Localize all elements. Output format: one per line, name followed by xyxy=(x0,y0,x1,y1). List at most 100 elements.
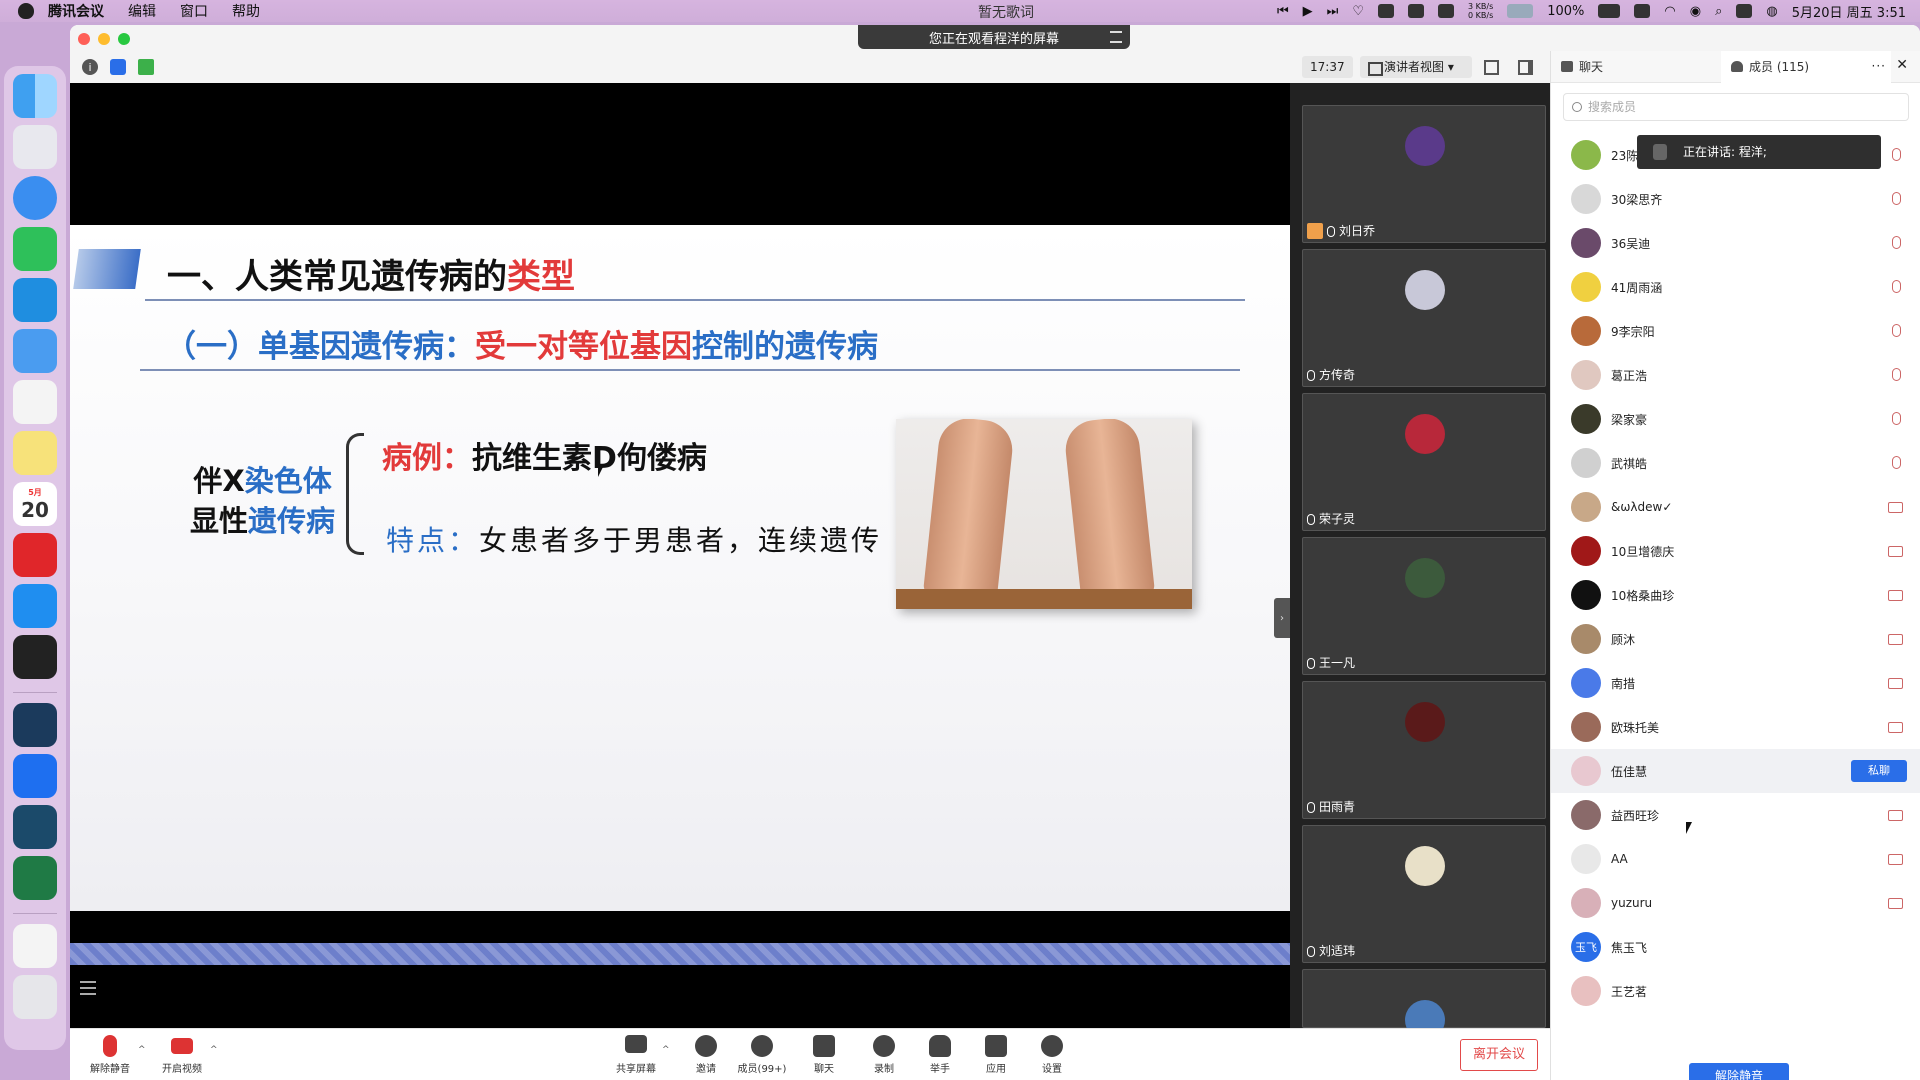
member-row[interactable]: 10旦增德庆 xyxy=(1551,529,1920,573)
video-off-icon[interactable] xyxy=(1888,810,1903,821)
wechat-status-icon[interactable] xyxy=(1408,4,1424,18)
member-row[interactable]: 葛正浩 xyxy=(1551,353,1920,397)
tab-chat[interactable]: 聊天 xyxy=(1551,51,1721,83)
leave-meeting-button[interactable]: 离开会议 xyxy=(1460,1039,1538,1071)
banner-menu-icon[interactable] xyxy=(1110,31,1122,43)
unmute-all-button[interactable]: 解除静音 xyxy=(1689,1063,1789,1080)
video-tile[interactable]: 田雨青 xyxy=(1302,681,1546,819)
prev-track-icon[interactable]: ⏮ xyxy=(1277,4,1289,19)
muted-mic-icon[interactable] xyxy=(1892,456,1901,469)
video-off-icon[interactable] xyxy=(1888,854,1903,865)
menu-window[interactable]: 窗口 xyxy=(180,1,208,21)
video-tile[interactable]: 方传奇 xyxy=(1302,249,1546,387)
spotlight-search-icon[interactable]: ⌕ xyxy=(1715,4,1722,19)
fullscreen-icon[interactable] xyxy=(1484,60,1499,75)
excel-icon[interactable] xyxy=(13,856,57,900)
video-tile[interactable]: 刘日乔 xyxy=(1302,105,1546,243)
view-mode-dropdown[interactable]: 演讲者视图 ▾ xyxy=(1360,56,1472,78)
tencent-meeting-icon[interactable] xyxy=(13,754,57,798)
battery-icon[interactable] xyxy=(1598,4,1621,18)
input-method-icon[interactable] xyxy=(1634,4,1651,18)
member-row[interactable]: 王艺茗 xyxy=(1551,969,1920,1013)
steam-icon[interactable] xyxy=(13,703,57,747)
video-off-icon[interactable] xyxy=(1888,678,1903,689)
video-options-caret[interactable]: ^ xyxy=(210,1045,218,1055)
member-row[interactable]: 41周雨涵 xyxy=(1551,265,1920,309)
apps-button[interactable]: 应用 xyxy=(966,1035,1026,1075)
video-off-icon[interactable] xyxy=(1888,502,1903,513)
document-icon[interactable] xyxy=(13,924,57,968)
member-row[interactable]: &ωλdew✓ xyxy=(1551,485,1920,529)
muted-mic-icon[interactable] xyxy=(1892,236,1901,249)
member-row[interactable]: AA xyxy=(1551,837,1920,881)
member-row[interactable]: 36吴迪 xyxy=(1551,221,1920,265)
finder-icon[interactable] xyxy=(13,74,57,118)
reminders-icon[interactable] xyxy=(13,380,57,424)
security-shield-icon[interactable] xyxy=(110,59,126,75)
member-row[interactable]: 梁家豪 xyxy=(1551,397,1920,441)
video-off-icon[interactable] xyxy=(1888,634,1903,645)
audio-options-caret[interactable]: ^ xyxy=(138,1045,146,1055)
member-row[interactable]: 伍佳慧 私聊 xyxy=(1551,749,1920,793)
video-off-icon[interactable] xyxy=(1888,546,1903,557)
muted-mic-icon[interactable] xyxy=(1892,280,1901,293)
muted-mic-icon[interactable] xyxy=(1892,148,1901,161)
app-store-icon[interactable] xyxy=(13,584,57,628)
member-search-input[interactable]: 搜索成员 xyxy=(1563,93,1909,121)
muted-mic-icon[interactable] xyxy=(1892,368,1901,381)
wechat-icon[interactable] xyxy=(13,227,57,271)
muted-mic-icon[interactable] xyxy=(1892,412,1901,425)
minimize-window-button[interactable] xyxy=(98,33,110,45)
video-tile[interactable]: 刘适玮 xyxy=(1302,825,1546,963)
calendar-icon[interactable]: 5月 20 xyxy=(13,482,57,526)
settings-button[interactable]: 设置 xyxy=(1022,1035,1082,1075)
menubar-clock[interactable]: 5月20日 周五 3:51 xyxy=(1792,2,1906,21)
record-button[interactable]: 录制 xyxy=(854,1035,914,1075)
launchpad-icon[interactable] xyxy=(13,125,57,169)
menu-edit[interactable]: 编辑 xyxy=(128,1,156,21)
next-track-icon[interactable]: ⏭ xyxy=(1327,4,1339,19)
wifi-icon[interactable]: ◠ xyxy=(1664,4,1675,19)
video-off-icon[interactable] xyxy=(1888,898,1903,909)
member-row[interactable]: 欧珠托美 xyxy=(1551,705,1920,749)
member-row[interactable]: 9李宗阳 xyxy=(1551,309,1920,353)
member-row[interactable]: 30梁思齐 xyxy=(1551,177,1920,221)
video-off-icon[interactable] xyxy=(1888,590,1903,601)
apple-icon[interactable] xyxy=(18,3,34,19)
screen-record-icon[interactable]: ◉ xyxy=(1690,4,1701,19)
network-signal-icon[interactable] xyxy=(138,59,154,75)
member-row[interactable]: 武祺皓 xyxy=(1551,441,1920,485)
video-tile[interactable]: 王一凡 xyxy=(1302,537,1546,675)
memory-monitor-icon[interactable] xyxy=(1507,4,1534,18)
share-options-caret[interactable]: ^ xyxy=(662,1045,670,1055)
raise-hand-button[interactable]: 举手 xyxy=(910,1035,970,1075)
member-row[interactable]: 顾沐 xyxy=(1551,617,1920,661)
cloud-icon[interactable] xyxy=(1438,4,1454,18)
info-icon[interactable]: i xyxy=(82,59,98,75)
trash-icon[interactable] xyxy=(13,975,57,1019)
toggle-sidebar-icon[interactable] xyxy=(1518,60,1533,75)
heart-icon[interactable]: ♡ xyxy=(1352,4,1364,19)
zoom-window-button[interactable] xyxy=(118,33,130,45)
terminal-icon[interactable] xyxy=(13,635,57,679)
more-options-button[interactable]: ··· xyxy=(1872,59,1886,73)
safari-icon[interactable] xyxy=(13,176,57,220)
notes-icon[interactable] xyxy=(13,431,57,475)
app-status-icon[interactable] xyxy=(1378,4,1394,18)
start-video-button[interactable]: 开启视频 xyxy=(152,1035,212,1075)
collapse-thumbnails-button[interactable]: › xyxy=(1274,598,1290,638)
member-row[interactable]: yuzuru xyxy=(1551,881,1920,925)
list-view-icon[interactable] xyxy=(80,981,96,995)
member-row[interactable]: 10格桑曲珍 xyxy=(1551,573,1920,617)
netease-music-icon[interactable] xyxy=(13,533,57,577)
play-icon[interactable]: ▶ xyxy=(1303,4,1313,19)
close-panel-button[interactable]: ✕ xyxy=(1896,57,1908,73)
timer-app-icon[interactable] xyxy=(13,805,57,849)
member-row[interactable]: 益西旺珍 xyxy=(1551,793,1920,837)
private-chat-button[interactable]: 私聊 xyxy=(1851,760,1907,782)
share-screen-button[interactable]: 共享屏幕 xyxy=(606,1035,666,1075)
video-tile[interactable]: 荣子灵 xyxy=(1302,393,1546,531)
control-center-icon[interactable] xyxy=(1736,4,1753,18)
video-tile[interactable] xyxy=(1302,969,1546,1040)
vscode-icon[interactable] xyxy=(13,278,57,322)
